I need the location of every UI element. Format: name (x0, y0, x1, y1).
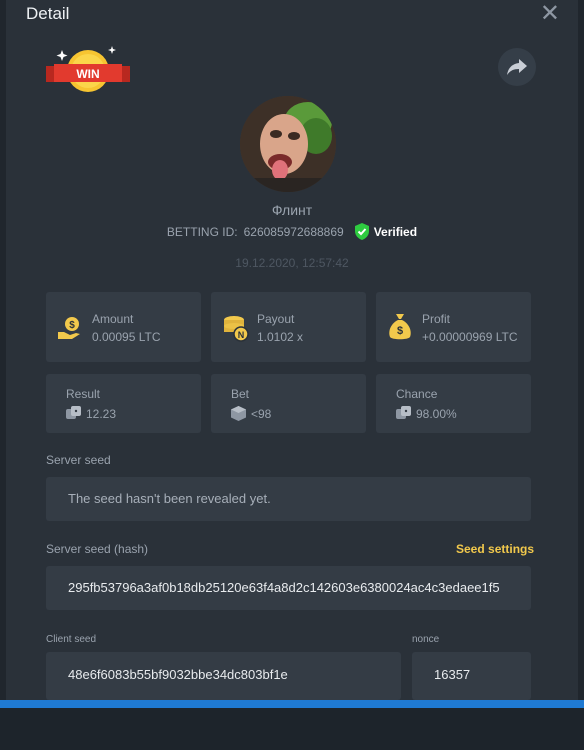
betting-id-label: BETTING ID: (166, 224, 238, 239)
chance-label: Chance (396, 387, 438, 401)
seed-settings-link[interactable]: Seed settings (456, 542, 534, 556)
payout-card: N Payout 1.0102 x (211, 292, 366, 362)
betting-id-row: BETTING ID: 626085972688869 Verified (6, 223, 578, 240)
result-card: Result 12.23 (46, 374, 201, 433)
modal-title: Detail (26, 4, 70, 23)
nonce-label: nonce (412, 634, 440, 645)
share-button[interactable] (498, 48, 536, 86)
avatar (240, 96, 336, 192)
backdrop-right (578, 0, 584, 700)
server-seed-hash-value: 295fb53796a3af0b18db25120e63f4a8d2c14260… (68, 580, 500, 595)
avatar-image (240, 96, 336, 192)
result-label: Result (66, 387, 101, 401)
username: Флинт (271, 202, 313, 218)
profit-value: +0.00000969 LTC (422, 330, 518, 344)
betting-id-value: 626085972688869 (243, 224, 344, 239)
svg-text:$: $ (397, 325, 403, 337)
svg-text:N: N (238, 330, 245, 340)
client-seed-field[interactable]: 48e6f6083b55bf9032bbe34dc803bf1e (46, 652, 401, 700)
amount-card: $ Amount 0.00095 LTC (46, 292, 201, 362)
server-seed-label: Server seed (46, 453, 111, 467)
close-icon[interactable]: ✕ (540, 2, 560, 26)
amount-label: Amount (92, 312, 134, 326)
bet-detail-modal: Detail ✕ WIN Флинт BETTING ID: 626085972… (6, 0, 578, 700)
bet-label: Bet (231, 387, 250, 401)
shield-check-icon (354, 223, 369, 240)
client-seed-label: Client seed (46, 634, 97, 645)
cube-icon (231, 406, 246, 421)
nonce-field[interactable]: 16357 (412, 652, 531, 700)
bottom-backdrop (0, 708, 584, 750)
bet-value: <98 (251, 407, 272, 421)
money-bag-icon: $ (389, 314, 411, 340)
amount-value: 0.00095 LTC (92, 330, 161, 344)
payout-value: 1.0102 x (257, 330, 304, 344)
server-seed-hash-label: Server seed (hash) (46, 542, 149, 556)
win-badge: WIN (46, 46, 130, 92)
profit-card: $ Profit +0.00000969 LTC (376, 292, 531, 362)
chance-value: 98.00% (416, 407, 457, 421)
bet-card: Bet <98 (211, 374, 366, 433)
server-seed-hash-field[interactable]: 295fb53796a3af0b18db25120e63f4a8d2c14260… (46, 566, 531, 610)
verified-badge: Verified (354, 223, 417, 240)
verified-label: Verified (373, 224, 418, 239)
server-seed-field: The seed hasn't been revealed yet. (46, 477, 531, 521)
money-hand-icon: $ (58, 317, 80, 339)
chance-card: Chance 98.00% (376, 374, 531, 433)
server-seed-value: The seed hasn't been revealed yet. (68, 491, 271, 506)
coins-stack-icon: N (224, 316, 249, 342)
svg-text:$: $ (69, 320, 75, 331)
result-value: 12.23 (86, 407, 117, 421)
share-icon (507, 59, 527, 75)
client-seed-value: 48e6f6083b55bf9032bbe34dc803bf1e (68, 667, 288, 682)
win-badge-text: WIN (76, 67, 99, 81)
nonce-value: 16357 (434, 667, 471, 682)
dice-icon (66, 406, 81, 419)
payout-label: Payout (257, 312, 295, 326)
bet-timestamp: 19.12.2020, 12:57:42 (235, 256, 349, 270)
profit-label: Profit (422, 312, 451, 326)
bottom-accent-bar (0, 700, 584, 708)
dice-icon (396, 406, 411, 419)
